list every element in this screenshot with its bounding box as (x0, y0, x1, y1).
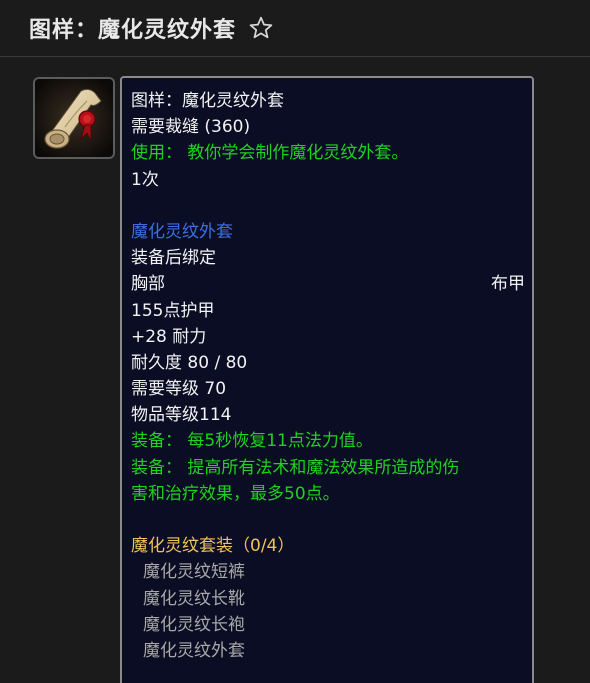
set-item: 魔化灵纹外套 (143, 640, 245, 661)
armor-value: 155点护甲 (131, 300, 215, 321)
use-effect: 使用： 教你学会制作魔化灵纹外套。 (131, 143, 409, 164)
crafted-item-name: 魔化灵纹外套 (131, 221, 233, 242)
stamina-stat: +28 耐力 (131, 326, 207, 347)
required-level: 需要等级 70 (131, 379, 227, 400)
star-outline-icon[interactable] (248, 15, 274, 41)
item-level: 物品等级114 (131, 405, 232, 426)
set-item: 魔化灵纹短裤 (143, 562, 245, 583)
item-page: 图样：魔化灵纹外套 图样：魔化灵纹外套 需要裁缝 (360) 使用： 教你学会制… (0, 0, 590, 683)
required-skill: 需要裁缝 (360) (131, 117, 251, 138)
set-name: 魔化灵纹套装（0/4） (131, 536, 295, 557)
equip-effect-1: 装备： 每5秒恢复11点法力值。 (131, 431, 373, 452)
equip-slot: 胸部 (131, 274, 165, 295)
armor-type: 布甲 (491, 274, 525, 295)
durability: 耐久度 80 / 80 (131, 352, 248, 373)
set-item: 魔化灵纹长袍 (143, 614, 245, 635)
page-title: 图样：魔化灵纹外套 (29, 18, 237, 43)
recipe-name: 图样：魔化灵纹外套 (131, 91, 284, 111)
item-icon-frame[interactable] (33, 77, 115, 159)
item-tooltip: 图样：魔化灵纹外套 需要裁缝 (360) 使用： 教你学会制作魔化灵纹外套。 1… (120, 76, 534, 683)
set-item: 魔化灵纹长靴 (143, 588, 245, 609)
slot-row: 胸部 布甲 (131, 271, 525, 297)
page-header: 图样：魔化灵纹外套 (0, 0, 590, 57)
bind-type: 装备后绑定 (131, 248, 216, 269)
equip-effect-2-cont: 害和治疗效果，最多50点。 (131, 483, 340, 504)
scroll-pattern-icon (35, 79, 113, 157)
equip-effect-2: 装备： 提高所有法术和魔法效果所造成的伤 (131, 457, 460, 478)
charges: 1次 (131, 169, 159, 190)
